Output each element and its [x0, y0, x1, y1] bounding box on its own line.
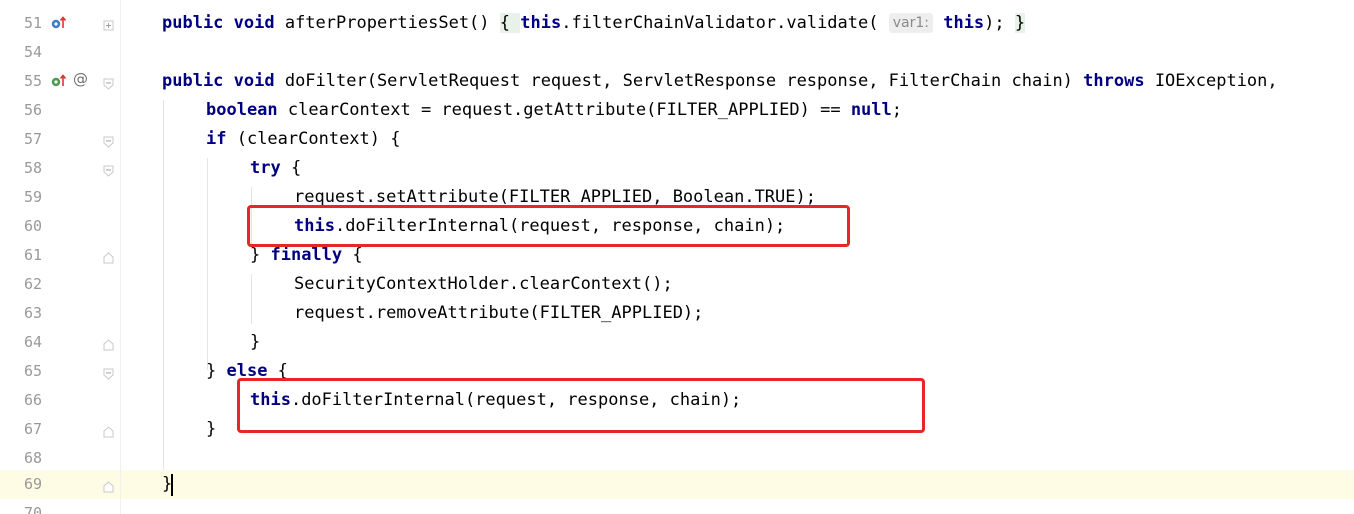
line-number: 67: [23, 420, 42, 438]
line-number: 59: [23, 188, 42, 206]
fold-marker-icon[interactable]: [103, 133, 114, 148]
code-text: public void afterPropertiesSet() { this.…: [162, 13, 1026, 33]
line-number: 55: [23, 72, 42, 90]
line-number: 66: [23, 391, 42, 409]
gutter-divider: [120, 0, 121, 514]
parameter-hint: var1:: [888, 13, 933, 33]
override-up-icon[interactable]: [51, 16, 67, 33]
line-number: 70: [23, 504, 42, 514]
code-line[interactable]: 57 if (clearContext) {: [0, 125, 1354, 154]
line-number: 62: [23, 275, 42, 293]
code-line[interactable]: 56 boolean clearContext = request.getAtt…: [0, 96, 1354, 125]
code-text: }: [250, 332, 261, 352]
line-number: 58: [23, 159, 42, 177]
code-line[interactable]: 55 @ public void doFilter(ServletRequest…: [0, 67, 1354, 96]
line-number: 57: [23, 130, 42, 148]
line-number: 68: [23, 449, 42, 467]
highlight-box: [247, 205, 850, 247]
code-text: try {: [250, 158, 302, 178]
current-code-line[interactable]: 69 }: [0, 470, 1354, 499]
code-line[interactable]: 63 request.removeAttribute(FILTER_APPLIE…: [0, 299, 1354, 328]
line-number: 54: [23, 43, 42, 61]
line-number: 69: [23, 475, 42, 493]
line-number: 60: [23, 217, 42, 235]
code-line[interactable]: 54: [0, 38, 1354, 67]
fold-marker-icon[interactable]: [103, 423, 114, 438]
code-text: public void doFilter(ServletRequest requ…: [162, 71, 1278, 91]
code-line[interactable]: 58 try {: [0, 154, 1354, 183]
code-line[interactable]: 62 SecurityContextHolder.clearContext();: [0, 270, 1354, 299]
fold-marker-icon[interactable]: [103, 17, 114, 31]
line-number: 64: [23, 333, 42, 351]
at-sign-icon[interactable]: @: [73, 72, 88, 87]
fold-marker-icon[interactable]: [103, 75, 114, 90]
code-text: if (clearContext) {: [206, 129, 401, 149]
line-number: 56: [23, 101, 42, 119]
code-text: boolean clearContext = request.getAttrib…: [206, 100, 903, 120]
implement-up-icon[interactable]: [51, 74, 67, 91]
code-line[interactable]: 70: [0, 499, 1354, 514]
code-line[interactable]: 51 public void afterPropertiesSet() { th…: [0, 9, 1354, 38]
fold-marker-icon[interactable]: [103, 365, 114, 380]
text-caret: [171, 474, 173, 496]
fold-marker-icon[interactable]: [103, 336, 114, 351]
line-number: 51: [23, 14, 42, 32]
line-number: 61: [23, 246, 42, 264]
code-text: }: [206, 419, 217, 439]
code-text: request.removeAttribute(FILTER_APPLIED);: [294, 303, 704, 323]
line-number: 65: [23, 362, 42, 380]
highlight-box: [237, 378, 925, 433]
code-editor[interactable]: 51 public void afterPropertiesSet() { th…: [0, 0, 1354, 514]
fold-marker-icon[interactable]: [103, 249, 114, 264]
fold-marker-icon[interactable]: [103, 162, 114, 177]
code-line[interactable]: 68: [0, 444, 1354, 473]
fold-marker-icon[interactable]: [103, 478, 114, 493]
code-text: SecurityContextHolder.clearContext();: [294, 274, 673, 294]
code-line[interactable]: 64 }: [0, 328, 1354, 357]
line-number: 63: [23, 304, 42, 322]
